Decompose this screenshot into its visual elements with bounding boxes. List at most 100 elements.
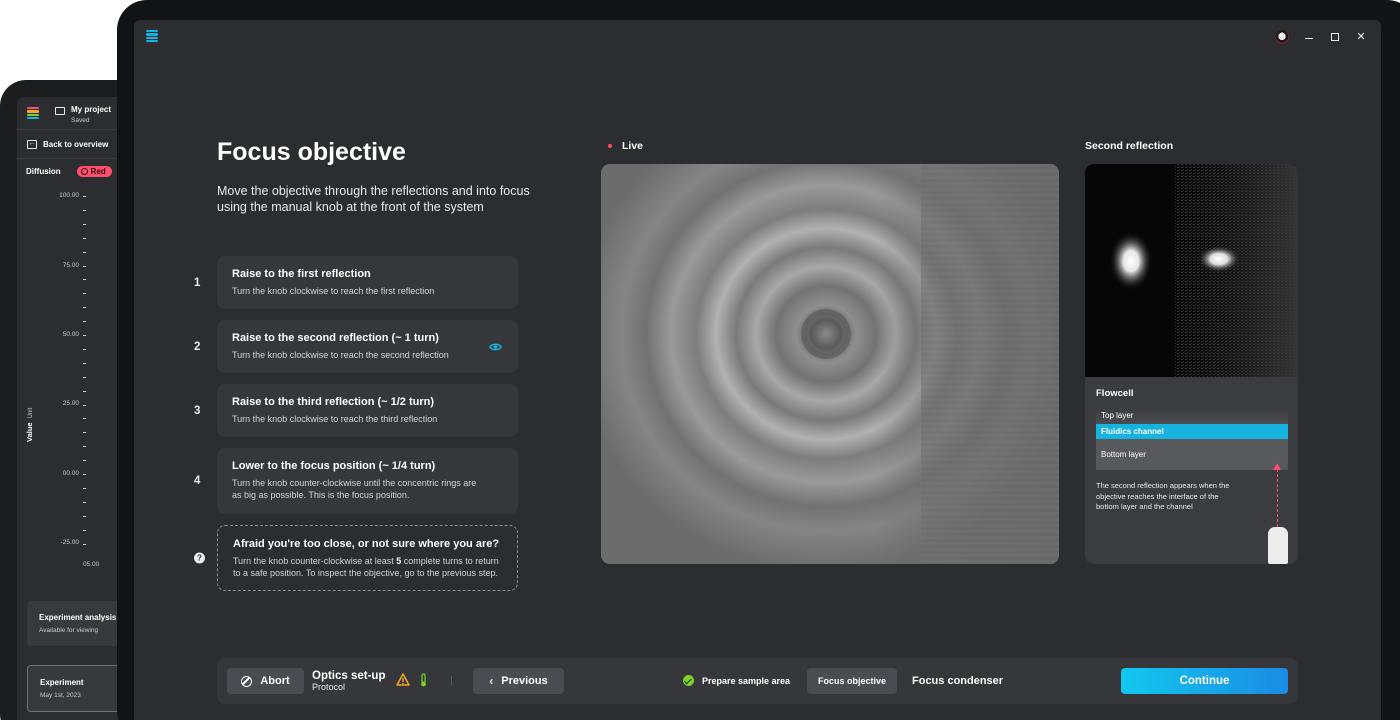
app-logo-icon xyxy=(27,107,39,119)
y-tick-mark xyxy=(83,223,86,225)
y-tick-label: 50.00 xyxy=(62,331,79,338)
step-title: Raise to the second reflection (~ 1 turn… xyxy=(232,332,439,344)
step-4[interactable]: 4 Lower to the focus position (~ 1/4 tur… xyxy=(194,448,518,514)
y-tick-mark xyxy=(83,321,86,323)
live-camera-view xyxy=(601,164,1059,564)
radio-icon xyxy=(80,167,88,175)
card-subtitle: May 1st, 2023 xyxy=(40,692,81,699)
step-title: Raise to the first reflection xyxy=(232,268,371,280)
y-tick-mark xyxy=(83,404,86,406)
step-1[interactable]: 1 Raise to the first reflection Turn the… xyxy=(194,256,518,309)
y-tick-mark xyxy=(83,209,86,211)
objective-lens-icon xyxy=(1268,527,1288,564)
y-tick-mark xyxy=(83,335,86,336)
y-tick-label: 25.00 xyxy=(62,400,79,407)
protocol-title: Optics set-up xyxy=(312,670,386,682)
x-tick-label: 05.00 xyxy=(83,561,100,568)
section-label: Diffusion xyxy=(26,166,61,176)
chevron-left-icon: ‹ xyxy=(489,674,494,688)
page-description: Move the objective through the reflectio… xyxy=(217,184,530,214)
stepper-item-prepare-sample-area[interactable]: Prepare sample area xyxy=(683,675,790,686)
continue-button[interactable]: Continue xyxy=(1121,668,1288,694)
flowcell-note: The second reflection appears when the o… xyxy=(1096,481,1230,511)
y-tick-mark xyxy=(83,460,86,462)
card-title: Experiment analysis xyxy=(39,613,117,622)
minimize-icon[interactable] xyxy=(1303,31,1315,43)
y-tick-mark xyxy=(83,265,86,267)
y-tick-mark xyxy=(83,487,86,489)
step-subtitle: Turn the knob counter-clockwise until th… xyxy=(232,478,477,500)
main-app-screen: ✕ Focus objective Move the objective thr… xyxy=(134,20,1381,720)
focus-pointer-line xyxy=(1277,469,1278,527)
previous-button[interactable]: ‹ Previous xyxy=(473,668,564,694)
abort-icon xyxy=(241,675,253,687)
step-3[interactable]: 3 Raise to the third reflection (~ 1/2 t… xyxy=(194,384,518,437)
y-tick-label: 75.00 xyxy=(62,262,79,269)
live-label: Live xyxy=(608,140,643,152)
close-icon[interactable]: ✕ xyxy=(1355,31,1367,43)
project-status: Saved xyxy=(71,117,90,124)
y-tick-mark xyxy=(83,293,86,295)
step-subtitle: Turn the knob clockwise to reach the sec… xyxy=(232,350,449,360)
help-subtitle: Turn the knob counter-clockwise at least… xyxy=(233,556,499,578)
second-reflection-panel: Flowcell Top layer Fluidics channel Bott… xyxy=(1085,164,1298,564)
y-axis-label: ValueUnit xyxy=(25,407,34,442)
help-title: Afraid you're too close, or not sure whe… xyxy=(233,538,500,550)
card-title: Experiment xyxy=(40,678,84,687)
step-number: 1 xyxy=(194,276,201,289)
y-tick-mark xyxy=(83,279,86,281)
y-axis-unit: Unit xyxy=(28,407,34,419)
y-tick-mark xyxy=(83,390,86,392)
y-tick-label: -25.00 xyxy=(60,539,79,546)
toolbar-divider xyxy=(451,676,452,686)
pill-label: Red xyxy=(90,166,106,176)
y-tick-mark xyxy=(83,529,86,531)
step-number: 3 xyxy=(194,404,201,417)
eye-icon[interactable] xyxy=(489,342,502,351)
y-tick-mark xyxy=(83,432,86,434)
page-title: Focus objective xyxy=(217,138,406,166)
window-controls: ✕ xyxy=(1275,30,1367,44)
project-header[interactable]: My project Saved xyxy=(55,105,111,124)
user-avatar[interactable] xyxy=(1275,30,1289,44)
y-tick-mark xyxy=(83,196,86,197)
y-tick-mark xyxy=(83,418,86,420)
step-number: 4 xyxy=(194,475,201,487)
y-tick-mark xyxy=(83,501,86,503)
y-tick-mark xyxy=(83,474,86,475)
y-tick-mark xyxy=(83,543,86,545)
back-arrow-icon: ← xyxy=(27,139,37,149)
abort-button[interactable]: Abort xyxy=(227,668,304,694)
protocol-info: Optics set-up Protocol xyxy=(312,670,385,692)
step-subtitle: Turn the knob clockwise to reach the fir… xyxy=(232,286,435,296)
y-tick-label: 100.00 xyxy=(59,192,79,199)
y-tick-mark xyxy=(83,348,86,350)
flowcell-title: Flowcell xyxy=(1096,388,1134,399)
step-number: 2 xyxy=(194,340,201,353)
channel-pill[interactable]: Red xyxy=(76,165,112,177)
bottom-toolbar: Abort Optics set-up Protocol ‹ Previous … xyxy=(217,658,1298,704)
warning-icon[interactable] xyxy=(396,673,410,686)
bottom-layer: Bottom layer xyxy=(1096,439,1288,470)
y-tick-mark xyxy=(83,515,86,517)
thermometer-icon[interactable] xyxy=(419,673,428,687)
y-tick-mark xyxy=(83,251,86,253)
help-icon[interactable]: ? xyxy=(194,552,205,564)
stepper-item-focus-condenser[interactable]: Focus condenser xyxy=(912,675,1003,687)
second-reflection-image xyxy=(1085,164,1298,377)
stepper-item-focus-objective[interactable]: Focus objective xyxy=(807,668,897,694)
y-tick-mark xyxy=(83,307,86,309)
back-link-label: Back to overview xyxy=(43,139,109,149)
y-tick-mark xyxy=(83,376,86,378)
y-tick-mark xyxy=(83,362,86,364)
maximize-icon[interactable] xyxy=(1329,31,1341,43)
check-icon xyxy=(683,675,694,686)
live-indicator-icon xyxy=(608,144,612,148)
project-title: My project xyxy=(71,105,112,114)
y-tick-mark xyxy=(83,446,86,448)
step-2[interactable]: 2 Raise to the second reflection (~ 1 tu… xyxy=(194,320,518,373)
step-title: Lower to the focus position (~ 1/4 turn) xyxy=(232,460,436,472)
chart-icon xyxy=(55,107,65,115)
top-layer: Top layer xyxy=(1096,407,1288,424)
second-reflection-label: Second reflection xyxy=(1085,140,1174,152)
